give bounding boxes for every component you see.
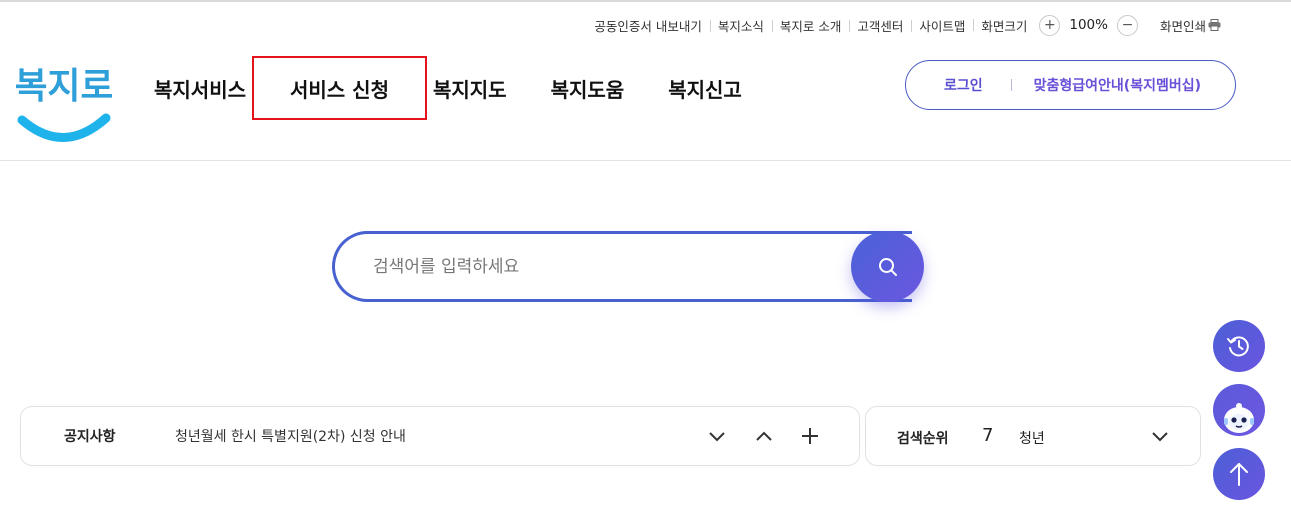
sitemap-link[interactable]: 사이트맵 <box>911 16 973 35</box>
history-icon <box>1227 336 1249 357</box>
login-button[interactable]: 로그인 <box>940 75 1011 95</box>
top-border <box>0 0 1291 2</box>
notice-text[interactable]: 청년월세 한시 특별지원(2차) 신청 안내 <box>175 426 406 446</box>
printer-icon <box>1208 19 1221 31</box>
header-divider <box>0 160 1291 161</box>
chatbot-icon <box>1224 403 1254 433</box>
scroll-top-button[interactable] <box>1213 448 1265 500</box>
ranking-expand-button[interactable] <box>1149 425 1171 447</box>
zoom-value: 100% <box>1069 17 1108 33</box>
notice-prev-button[interactable] <box>753 425 775 447</box>
auth-box: 로그인 맞춤형급여안내(복지멤버십) <box>905 60 1236 110</box>
chevron-down-icon <box>1152 432 1168 442</box>
zoom-out-button[interactable]: − <box>1116 14 1138 36</box>
screen-size-label: 화면크기 <box>981 18 1028 34</box>
cert-export-link[interactable]: 공동인증서 내보내기 <box>586 16 709 35</box>
plus-icon <box>802 428 818 444</box>
nav-welfare-help[interactable]: 복지도움 <box>529 72 647 104</box>
nav-welfare-report[interactable]: 복지신고 <box>646 72 764 104</box>
notice-next-button[interactable] <box>706 425 728 447</box>
chatbot-button[interactable] <box>1213 384 1265 436</box>
arrow-up-icon <box>1230 463 1248 486</box>
ranking-title: 검색순위 <box>897 431 949 447</box>
notice-bar: 공지사항 청년월세 한시 특별지원(2차) 신청 안내 <box>20 406 860 466</box>
customer-center-link[interactable]: 고객센터 <box>849 16 911 35</box>
search-bar <box>332 231 924 302</box>
nav-welfare-service[interactable]: 복지서비스 <box>132 72 268 104</box>
nav-welfare-map[interactable]: 복지지도 <box>411 72 529 104</box>
chevron-up-icon <box>756 431 772 441</box>
logo-text: 복지로 <box>16 66 112 107</box>
search-icon <box>878 257 897 276</box>
search-input[interactable] <box>332 231 892 302</box>
print-button[interactable]: 화면인쇄 <box>1146 16 1229 35</box>
about-link[interactable]: 복지로 소개 <box>771 16 849 35</box>
notice-more-button[interactable] <box>799 425 821 447</box>
bokjiro-logo[interactable]: 복지로 <box>16 56 112 144</box>
ranking-number: 7 <box>982 425 994 446</box>
search-button[interactable] <box>851 231 924 302</box>
nav-service-application[interactable]: 서비스 신청 <box>252 56 427 120</box>
ranking-keyword[interactable]: 청년 <box>1019 428 1045 448</box>
chevron-down-icon <box>709 432 725 442</box>
membership-button[interactable]: 맞춤형급여안내(복지멤버십) <box>1012 75 1201 95</box>
utility-bar: 공동인증서 내보내기 복지소식 복지로 소개 고객센터 사이트맵 화면크기 + … <box>586 14 1229 36</box>
news-link[interactable]: 복지소식 <box>709 16 772 35</box>
notice-title: 공지사항 <box>64 429 116 445</box>
main-navigation: 복지서비스 서비스 신청 복지지도 복지도움 복지신고 <box>132 56 764 120</box>
screen-size-control: 화면크기 + 100% − <box>973 14 1146 36</box>
search-ranking-bar: 검색순위 7 청년 <box>865 406 1201 466</box>
zoom-in-button[interactable]: + <box>1039 14 1061 36</box>
recent-history-button[interactable] <box>1213 320 1265 372</box>
